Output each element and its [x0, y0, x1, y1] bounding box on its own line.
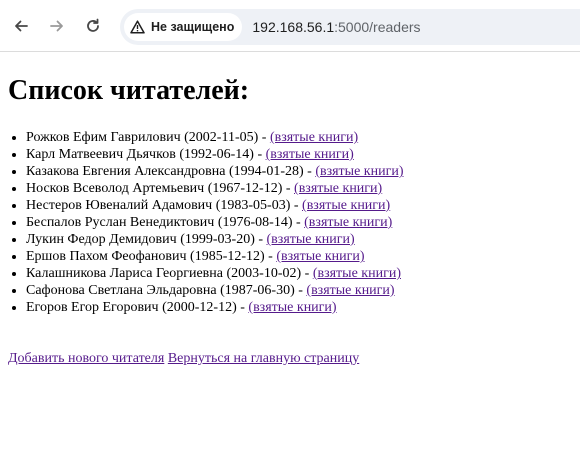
- list-item: Казакова Евгения Александровна (1994-01-…: [26, 163, 572, 180]
- borrowed-books-link[interactable]: (взятые книги): [248, 300, 336, 315]
- reader-name: Лукин Федор Демидович: [26, 232, 177, 247]
- reader-birthdate: (1967-12-12) -: [207, 181, 295, 196]
- list-item: Рожков Ефим Гаврилович (2002-11-05) - (в…: [26, 129, 572, 146]
- borrowed-books-link[interactable]: (взятые книги): [267, 232, 355, 247]
- reader-birthdate: (1985-12-12) -: [190, 249, 277, 264]
- footer-links: Добавить нового читателя Вернуться на гл…: [8, 350, 572, 367]
- back-button[interactable]: [8, 13, 34, 39]
- page-content: Список читателей: Рожков Ефим Гаврилович…: [0, 74, 580, 367]
- borrowed-books-link[interactable]: (взятые книги): [315, 164, 403, 179]
- url-path: :5000/readers: [334, 19, 421, 35]
- address-bar[interactable]: Не защищено 192.168.56.1:5000/readers: [120, 9, 580, 45]
- reader-name: Нестеров Ювеналий Адамович: [26, 198, 213, 213]
- reader-birthdate: (1992-06-14) -: [179, 147, 266, 162]
- reader-birthdate: (1987-06-30) -: [220, 283, 307, 298]
- arrow-left-icon: [13, 18, 29, 34]
- list-item: Калашникова Лариса Георгиевна (2003-10-0…: [26, 265, 572, 282]
- reader-birthdate: (2000-12-12) -: [162, 300, 249, 315]
- reader-name: Носков Всеволод Артемьевич: [26, 181, 205, 196]
- borrowed-books-link[interactable]: (взятые книги): [306, 283, 394, 298]
- list-item: Сафонова Светлана Эльдаровна (1987-06-30…: [26, 282, 572, 299]
- list-item: Карл Матвеевич Дьячков (1992-06-14) - (в…: [26, 146, 572, 163]
- reader-birthdate: (2002-11-05) -: [184, 130, 270, 145]
- borrowed-books-link[interactable]: (взятые книги): [313, 266, 401, 281]
- list-item: Беспалов Руслан Венедиктович (1976-08-14…: [26, 214, 572, 231]
- reader-birthdate: (1976-08-14) -: [217, 215, 305, 230]
- security-indicator[interactable]: Не защищено: [124, 13, 243, 41]
- reader-name: Калашникова Лариса Георгиевна: [26, 266, 223, 281]
- url-host: 192.168.56.1: [252, 19, 335, 35]
- reader-name: Карл Матвеевич Дьячков: [26, 147, 176, 162]
- borrowed-books-link[interactable]: (взятые книги): [304, 215, 392, 230]
- reader-name: Сафонова Светлана Эльдаровна: [26, 283, 217, 298]
- reader-birthdate: (1999-03-20) -: [180, 232, 267, 247]
- list-item: Егоров Егор Егорович (2000-12-12) - (взя…: [26, 299, 572, 316]
- url-text[interactable]: 192.168.56.1:5000/readers: [252, 19, 420, 35]
- reader-name: Рожков Ефим Гаврилович: [26, 130, 181, 145]
- reader-name: Ершов Пахом Феофанович: [26, 249, 187, 264]
- list-item: Лукин Федор Демидович (1999-03-20) - (вз…: [26, 231, 572, 248]
- reader-name: Казакова Евгения Александровна: [26, 164, 226, 179]
- readers-list: Рожков Ефим Гаврилович (2002-11-05) - (в…: [8, 129, 572, 316]
- reader-name: Егоров Егор Егорович: [26, 300, 159, 315]
- forward-button[interactable]: [44, 13, 70, 39]
- borrowed-books-link[interactable]: (взятые книги): [294, 181, 382, 196]
- warning-triangle-icon: [130, 20, 145, 34]
- security-label: Не защищено: [151, 20, 235, 34]
- arrow-right-icon: [49, 18, 65, 34]
- browser-toolbar: Не защищено 192.168.56.1:5000/readers: [0, 0, 580, 52]
- list-item: Носков Всеволод Артемьевич (1967-12-12) …: [26, 180, 572, 197]
- back-home-link[interactable]: Вернуться на главную страницу: [168, 351, 359, 366]
- list-item: Ершов Пахом Феофанович (1985-12-12) - (в…: [26, 248, 572, 265]
- borrowed-books-link[interactable]: (взятые книги): [270, 130, 358, 145]
- reload-button[interactable]: [80, 13, 106, 39]
- reload-icon: [85, 18, 101, 34]
- add-reader-link[interactable]: Добавить нового читателя: [8, 351, 164, 366]
- borrowed-books-link[interactable]: (взятые книги): [276, 249, 364, 264]
- borrowed-books-link[interactable]: (взятые книги): [302, 198, 390, 213]
- list-item: Нестеров Ювеналий Адамович (1983-05-03) …: [26, 197, 572, 214]
- page-title: Список читателей:: [8, 75, 250, 106]
- reader-name: Беспалов Руслан Венедиктович: [26, 215, 215, 230]
- reader-birthdate: (1983-05-03) -: [215, 198, 303, 213]
- reader-birthdate: (2003-10-02) -: [226, 266, 313, 281]
- borrowed-books-link[interactable]: (взятые книги): [266, 147, 354, 162]
- reader-birthdate: (1994-01-28) -: [229, 164, 316, 179]
